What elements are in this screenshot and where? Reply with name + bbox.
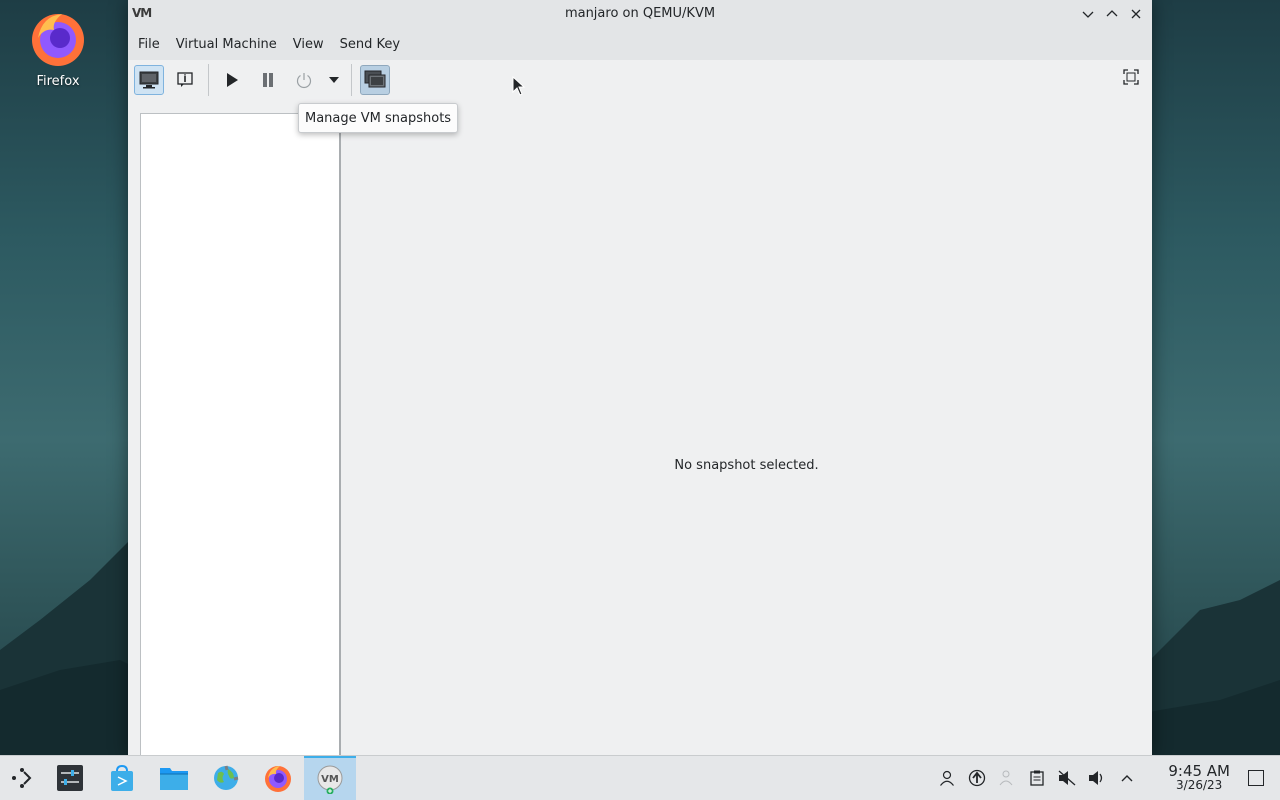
application-launcher-icon <box>12 768 32 788</box>
fullscreen-button[interactable] <box>1120 66 1142 88</box>
mute-icon <box>1058 770 1076 786</box>
fullscreen-icon <box>1123 69 1139 85</box>
volume-icon <box>1089 771 1103 785</box>
tray-mute[interactable] <box>1058 769 1076 787</box>
system-settings-icon <box>57 765 83 791</box>
close-icon <box>1131 9 1141 19</box>
firefox-icon <box>265 766 291 792</box>
maximize-button[interactable] <box>1102 4 1122 24</box>
clock-time: 9:45 AM <box>1168 762 1230 780</box>
taskbar: VM 9:45 AM 3/26/23 <box>0 755 1280 800</box>
chevron-down-icon <box>1082 11 1094 18</box>
shutdown-menu-button[interactable] <box>325 65 343 95</box>
close-button[interactable] <box>1126 4 1146 24</box>
tray-updates[interactable] <box>968 769 986 787</box>
virt-manager-icon: VM <box>317 765 343 794</box>
show-desktop-button[interactable] <box>1248 770 1264 786</box>
window-titlebar[interactable]: VM manjaro on QEMU/KVM <box>128 0 1152 28</box>
taskbar-virt-manager[interactable]: VM <box>304 756 356 800</box>
snapshot-list[interactable] <box>140 113 341 757</box>
no-snapshot-message: No snapshot selected. <box>674 458 819 473</box>
clock-date: 3/26/23 <box>1176 778 1223 792</box>
tray-user[interactable] <box>938 769 956 787</box>
pause-icon <box>263 73 273 87</box>
taskbar-browser[interactable] <box>200 756 252 800</box>
software-store-icon <box>111 764 133 791</box>
expand-tray-icon <box>1121 775 1133 782</box>
toolbar-separator <box>351 64 352 96</box>
chevron-up-icon <box>1106 10 1118 17</box>
system-tray <box>938 756 1136 800</box>
menu-file[interactable]: File <box>130 37 168 52</box>
taskbar-file-manager[interactable] <box>148 756 200 800</box>
file-manager-icon <box>160 768 188 790</box>
shutdown-menu-icon <box>329 77 339 83</box>
tray-volume[interactable] <box>1088 769 1106 787</box>
taskbar-software-store[interactable] <box>96 756 148 800</box>
toolbar <box>128 60 1152 100</box>
desktop-icon-firefox[interactable]: Firefox <box>20 8 96 89</box>
taskbar-system-settings[interactable] <box>44 756 96 800</box>
pause-button[interactable] <box>253 65 283 95</box>
tray-expand[interactable] <box>1118 769 1136 787</box>
window-title: manjaro on QEMU/KVM <box>564 6 716 21</box>
details-button[interactable] <box>170 65 200 95</box>
menu-bar: File Virtual Machine View Send Key <box>128 28 1152 60</box>
menu-view[interactable]: View <box>285 37 332 52</box>
snapshots-icon <box>364 70 386 88</box>
tray-network[interactable] <box>998 769 1016 787</box>
console-button[interactable] <box>134 65 164 95</box>
shutdown-icon <box>296 73 312 89</box>
clipboard-icon <box>1030 770 1044 786</box>
clock[interactable]: 9:45 AM 3/26/23 <box>1168 762 1230 793</box>
console-icon <box>139 71 159 89</box>
network-icon <box>999 770 1013 786</box>
menu-virtual-machine[interactable]: Virtual Machine <box>168 37 285 52</box>
vm-window: VM manjaro on QEMU/KVM File Virtual Mach… <box>128 0 1152 757</box>
pane-splitter[interactable] <box>339 113 341 756</box>
minimize-button[interactable] <box>1078 4 1098 24</box>
application-launcher-button[interactable] <box>0 756 44 800</box>
taskbar-firefox[interactable] <box>252 756 304 800</box>
svg-text:VM: VM <box>321 774 339 785</box>
tooltip: Manage VM snapshots <box>298 103 459 133</box>
firefox-icon <box>32 14 84 66</box>
updates-icon <box>968 769 986 787</box>
details-icon <box>177 72 193 87</box>
tray-clipboard[interactable] <box>1028 769 1046 787</box>
mouse-cursor-icon <box>512 76 526 96</box>
user-icon <box>940 770 954 786</box>
browser-globe-icon <box>214 765 239 790</box>
desktop-icon-label: Firefox <box>36 74 80 89</box>
run-button[interactable] <box>217 65 247 95</box>
menu-send-key[interactable]: Send Key <box>332 37 408 52</box>
run-icon <box>227 73 238 87</box>
toolbar-separator <box>208 64 209 96</box>
shutdown-button[interactable] <box>289 65 319 95</box>
snapshots-button[interactable] <box>360 65 390 95</box>
